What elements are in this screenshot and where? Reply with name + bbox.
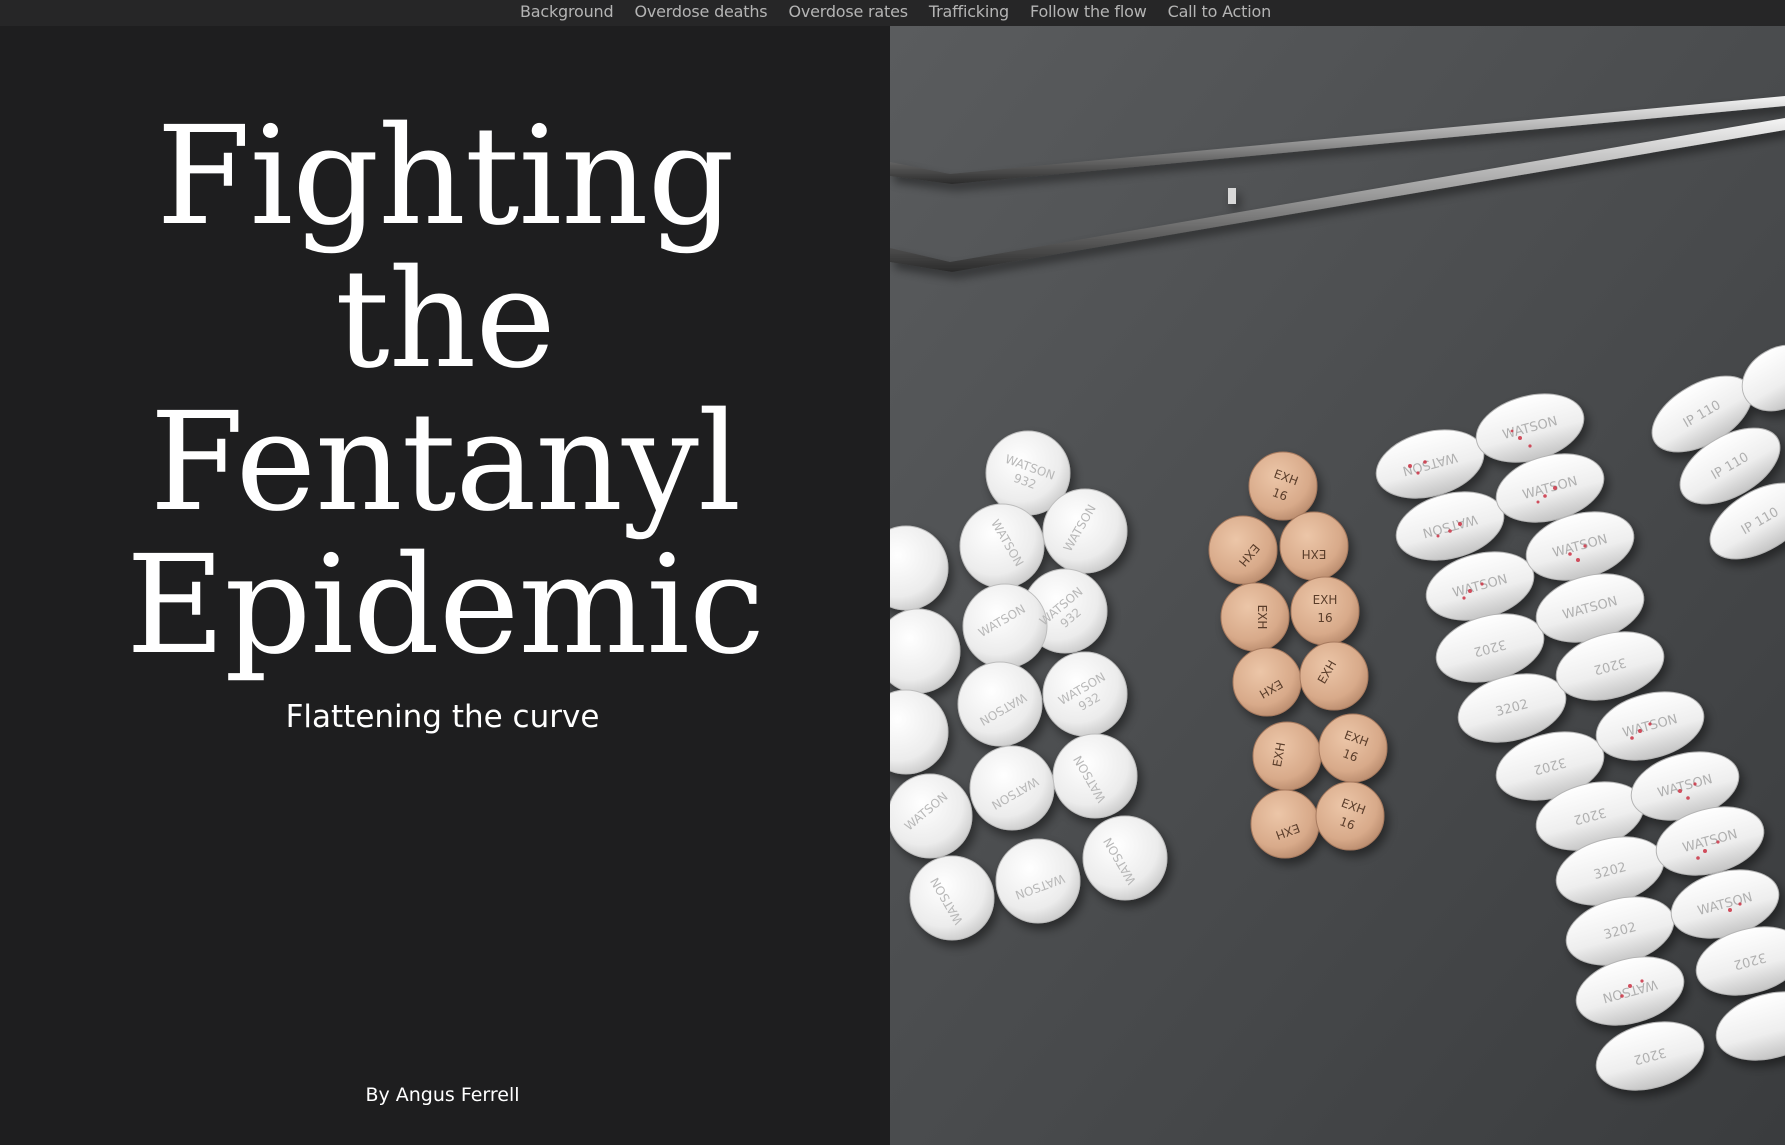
- title-line: the: [335, 241, 556, 399]
- title-line: Fighting: [156, 98, 734, 256]
- nav-link-call-to-action[interactable]: Call to Action: [1168, 2, 1272, 21]
- title-line: Epidemic: [126, 527, 765, 685]
- page-subtitle: Flattening the curve: [285, 699, 600, 735]
- svg-text:EXH: EXH: [1313, 593, 1338, 607]
- hero-photo-pills: WATSON 932 WATSON WATSON WATSON 932 WATS…: [890, 26, 1785, 1145]
- nav-link-overdose-rates[interactable]: Overdose rates: [788, 2, 908, 21]
- svg-text:EXH: EXH: [1255, 605, 1269, 630]
- hero-text-panel: Fighting the Fentanyl Epidemic Flattenin…: [0, 26, 890, 1145]
- top-navigation: Background Overdose deaths Overdose rate…: [0, 0, 1785, 26]
- title-line: Fentanyl: [149, 384, 742, 542]
- svg-text:EXH: EXH: [1302, 547, 1327, 561]
- pills-and-tweezers-image: WATSON 932 WATSON WATSON WATSON 932 WATS…: [890, 26, 1785, 1145]
- nav-link-trafficking[interactable]: Trafficking: [929, 2, 1009, 21]
- page-title: Fighting the Fentanyl Epidemic: [0, 106, 890, 678]
- nav-link-overdose-deaths[interactable]: Overdose deaths: [634, 2, 767, 21]
- svg-text:16: 16: [1317, 611, 1332, 625]
- author-byline: By Angus Ferrell: [365, 1084, 520, 1106]
- nav-link-follow-the-flow[interactable]: Follow the flow: [1030, 2, 1147, 21]
- nav-link-background[interactable]: Background: [520, 2, 614, 21]
